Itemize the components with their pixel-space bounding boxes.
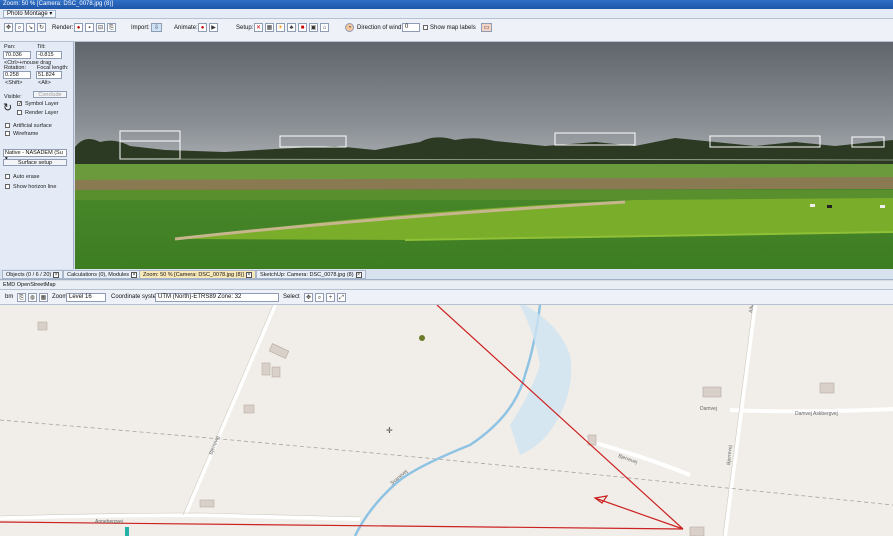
location-pin-icon	[125, 527, 129, 536]
auto-erase-label: Auto erase	[13, 174, 40, 180]
select-label: Select	[283, 294, 300, 300]
crosshair-icon: ✛	[386, 426, 393, 435]
rotation-input[interactable]: 0.258	[3, 71, 31, 79]
tab-sketchup[interactable]: SketchUp: Camera: DSC_0078.jpg (8) ×	[256, 270, 366, 279]
wireframe-checkbox[interactable]	[5, 131, 10, 136]
record-animation-icon[interactable]: ●	[198, 23, 207, 32]
render-layer-checkbox[interactable]	[17, 110, 22, 115]
tree-icon[interactable]: ♣	[287, 23, 296, 32]
marker-icon[interactable]: ■	[298, 23, 307, 32]
auto-erase-checkbox[interactable]	[5, 174, 10, 179]
road-label-a: Annebergvej	[95, 519, 123, 525]
rotate-tool-icon[interactable]: ↻	[37, 23, 46, 32]
menu-bar: Photo Montage ▾	[0, 9, 893, 19]
wind-direction-label: Direction of wind:	[357, 25, 404, 31]
grid-icon[interactable]: ▦	[265, 23, 274, 32]
map-toolbar: bm ⎘ ◍ ▦ Zoom Level 16 Coordinate system…	[0, 290, 893, 305]
zoom-map-icon[interactable]: ⌕	[315, 293, 324, 302]
close-icon[interactable]: ×	[131, 271, 138, 278]
shift-hint: <Shift>	[5, 80, 23, 86]
zoom-level-select[interactable]: Level 16	[66, 293, 106, 302]
coordinate-system-select[interactable]: UTM (North)-ETRS89 Zone: 32	[155, 293, 279, 302]
tab-calculations[interactable]: Calculations (0), Modules ×	[63, 270, 142, 279]
zoom-in-icon[interactable]: +	[326, 293, 335, 302]
setup-label: Setup:	[236, 25, 254, 31]
artificial-surface-checkbox[interactable]	[5, 123, 10, 128]
openstreetmap: ✛ Annebergvej Bjerrevej Bjerrevej Damvej…	[0, 305, 893, 536]
surface-setup-button[interactable]: Surface setup	[3, 159, 67, 166]
show-horizon-checkbox[interactable]	[5, 184, 10, 189]
tab-zoom[interactable]: Zoom: 50 % [Camera: DSC_0078.jpg (8)] ×	[139, 270, 256, 279]
camera-panel: Pan: Tilt: 70.036 -0.815 <Ctrl>+mouse dr…	[0, 42, 74, 269]
layers-icon[interactable]: ⊟	[96, 23, 105, 32]
fit-map-icon[interactable]: ⤢	[337, 293, 346, 302]
turbine-icon[interactable]: ✕	[254, 23, 263, 32]
visible-label: Visible:	[4, 94, 22, 100]
import-icon[interactable]: ⇩	[151, 23, 162, 32]
frame-icon[interactable]: ▣	[309, 23, 318, 32]
camera-marker-icon	[419, 335, 425, 341]
close-icon[interactable]: ×	[245, 271, 252, 278]
measure-tool-icon[interactable]: ↘	[26, 23, 35, 32]
landscape-photo	[75, 42, 893, 269]
show-map-labels-checkbox[interactable]	[423, 25, 428, 30]
symbol-layer-label: Symbol Layer	[25, 101, 59, 107]
artificial-surface-label: Artificial surface	[13, 123, 52, 129]
grid-map-icon[interactable]: ▦	[39, 293, 48, 302]
map-viewport[interactable]: ✛ Annebergvej Bjerrevej Bjerrevej Damvej…	[0, 305, 893, 536]
tilt-input[interactable]: -0.815	[36, 51, 62, 59]
wind-direction-icon[interactable]: ◔	[345, 23, 354, 32]
document-tabs: Objects (0 / 6 / 20) × Calculations (0), …	[0, 269, 893, 280]
building-icon[interactable]: ⌂	[320, 23, 329, 32]
photo-viewport[interactable]	[75, 42, 893, 269]
tilt-label: Tilt:	[37, 44, 46, 50]
wireframe-label: Wireframe	[13, 131, 39, 137]
play-icon[interactable]: ▶	[209, 23, 218, 32]
show-horizon-label: Show horizon line	[13, 184, 57, 190]
wind-direction-input[interactable]: 0	[402, 23, 420, 32]
sight-line-overlay	[0, 305, 684, 530]
record-icon[interactable]: ●	[74, 23, 83, 32]
copy-map-icon[interactable]: ⎘	[17, 293, 26, 302]
symbol-layer-checkbox[interactable]: ✓	[17, 101, 22, 107]
road-label-e: Svanevej	[389, 469, 409, 487]
animate-label: Animate:	[174, 25, 198, 31]
import-label: Import:	[131, 25, 150, 31]
focal-length-input[interactable]: 51.824	[36, 71, 62, 79]
pan-map-icon[interactable]: ✥	[304, 293, 313, 302]
window-title: Zoom: 50 % [Camera: DSC_0078.jpg (8)]	[0, 0, 893, 9]
show-map-labels-label: Show map labels	[430, 25, 476, 31]
zoom-tool-icon[interactable]: ⌕	[15, 23, 24, 32]
settings-swatch-icon[interactable]: ▭	[481, 23, 492, 32]
bm-label: bm	[5, 294, 14, 300]
coordinate-system-label: Coordinate system	[111, 294, 162, 300]
save-icon[interactable]: ▪	[85, 23, 94, 32]
render-label: Render:	[52, 25, 74, 31]
main-toolbar: ✥ ⌕ ↘ ↻ Render: ● ▪ ⊟ ⎘ Import: ⇩ Animat…	[0, 19, 893, 42]
render-layer-label: Render Layer	[25, 110, 59, 116]
pan-tool-icon[interactable]: ✥	[4, 23, 13, 32]
tab-objects[interactable]: Objects (0 / 6 / 20) ×	[2, 270, 64, 279]
close-icon[interactable]: ×	[53, 271, 60, 278]
close-icon[interactable]: ×	[355, 271, 362, 278]
road-label-g: Damvej Askbergvej	[795, 411, 838, 417]
photo-montage-menu[interactable]: Photo Montage ▾	[3, 10, 57, 18]
alt-hint: <Alt>	[38, 80, 51, 86]
copy-icon[interactable]: ⎘	[107, 23, 116, 32]
conclude-button[interactable]: Conclude	[33, 91, 67, 98]
pan-label: Pan:	[4, 44, 16, 50]
map-panel-title: EMD OpenStreetMap	[0, 281, 893, 290]
elevation-model-select[interactable]: Native - NASADEM (Su ▾	[3, 149, 67, 162]
globe-icon[interactable]: ◍	[28, 293, 37, 302]
road-label-d: Damvej	[700, 406, 717, 412]
rotate-view-icon[interactable]: ↻	[3, 102, 12, 114]
sun-icon[interactable]: ☀	[276, 23, 285, 32]
pan-input[interactable]: 70.036	[3, 51, 31, 59]
